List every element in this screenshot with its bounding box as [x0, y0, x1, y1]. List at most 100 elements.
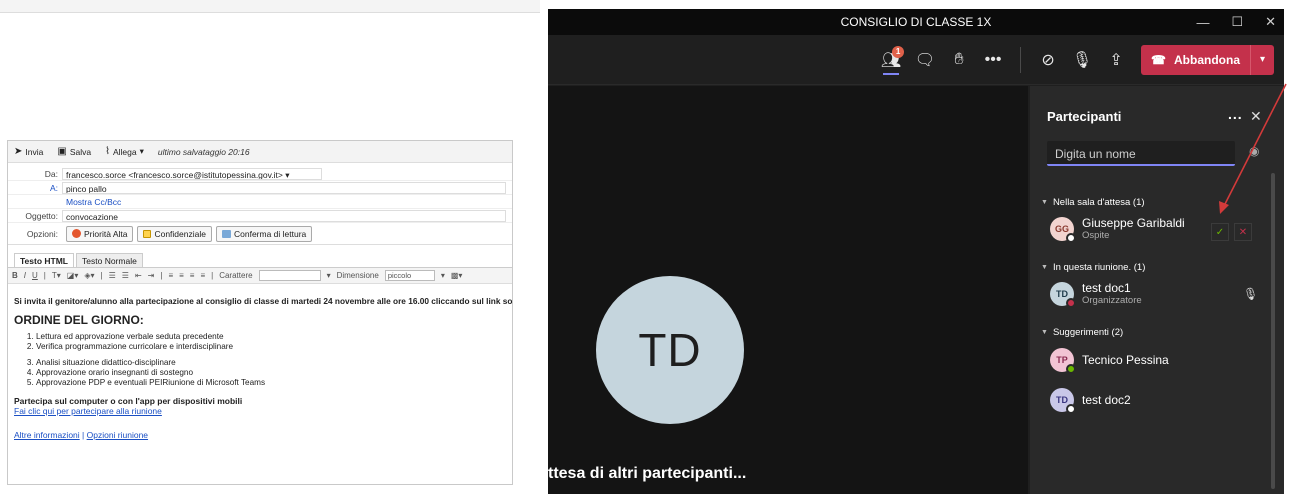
camera-toggle[interactable]: ⊘ — [1031, 43, 1065, 77]
size-label: Dimensione — [336, 271, 379, 280]
leave-button-group: ☎ Abbandona ▾ — [1141, 44, 1274, 75]
close-icon[interactable]: ✕ — [1265, 14, 1276, 30]
divider: | — [160, 271, 163, 280]
read-receipt-label: Conferma di lettura — [233, 228, 307, 239]
save-label: Salva — [69, 146, 92, 157]
lobby-section-header[interactable]: ▼ Nella sala d'attesa (1) — [1041, 197, 1145, 208]
panel-close-icon[interactable]: ✕ — [1250, 108, 1262, 125]
chevron-down-icon: ▾ — [326, 271, 331, 280]
join-heading: Partecipa sul computer o con l'app per d… — [14, 396, 243, 406]
align-center-icon[interactable]: ≡ — [179, 271, 184, 280]
size-select[interactable]: piccolo — [384, 270, 435, 281]
link-separator: | — [79, 430, 87, 440]
to-field[interactable]: pinco pallo — [62, 181, 506, 194]
confidential-button[interactable]: Confidenziale — [137, 225, 212, 242]
panel-more-button[interactable]: ... — [1228, 106, 1243, 122]
eye-icon[interactable]: ◉ — [1249, 144, 1259, 158]
cropped-edge-left — [0, 0, 540, 13]
indent-icon[interactable]: ⇥ — [148, 271, 155, 280]
confidential-label: Confidenziale — [154, 228, 206, 239]
scrollbar[interactable] — [1271, 173, 1275, 489]
chat-button[interactable]: 🗨︎ — [908, 43, 942, 77]
send-button[interactable]: ➤ Invia — [14, 146, 43, 157]
align-left-icon[interactable]: ≡ — [168, 271, 173, 280]
search-input[interactable]: Digita un nome — [1047, 141, 1235, 166]
chevron-down-icon: ▾ — [1259, 54, 1266, 65]
suggested-participant[interactable]: TD test doc2 — [1050, 388, 1131, 414]
participants-panel: Partecipanti ... ✕ Digita un nome ◉ ▼ Ne… — [1030, 86, 1284, 494]
bullet-list-icon[interactable]: ☰ — [122, 271, 129, 280]
lobby-participant[interactable]: GG Giuseppe Garibaldi Ospite — [1050, 217, 1185, 243]
raise-hand-button[interactable]: ✋︎ — [942, 43, 976, 77]
avatar: TP — [1050, 348, 1076, 374]
panel-title: Partecipanti — [1047, 109, 1122, 124]
italic-button[interactable]: I — [24, 271, 26, 280]
share-button[interactable]: ⇪ — [1099, 43, 1133, 77]
maximize-icon[interactable]: ☐ — [1231, 14, 1243, 30]
text-color-icon[interactable]: T▾ — [52, 271, 61, 280]
show-cc-bcc-link[interactable]: Mostra Cc/Bcc — [8, 197, 121, 207]
admit-button[interactable]: ✓ — [1211, 223, 1229, 241]
more-actions-button[interactable]: ••• — [976, 43, 1010, 77]
participant-name: Tecnico Pessina — [1082, 352, 1169, 367]
tab-html[interactable]: Testo HTML — [14, 253, 75, 267]
lock-icon — [143, 229, 152, 238]
options-row: Opzioni: Priorità Alta Confidenziale Con… — [8, 223, 512, 245]
attach-button[interactable]: ⌇ Allega ▾ — [105, 146, 144, 157]
suggestions-section-header[interactable]: ▼ Suggerimenti (2) — [1041, 327, 1123, 338]
priority-icon — [72, 229, 81, 238]
attach-label: Allega — [112, 146, 137, 157]
suggested-participant[interactable]: TP Tecnico Pessina — [1050, 348, 1169, 374]
leave-button[interactable]: ☎ Abbandona — [1141, 53, 1250, 67]
divider — [1020, 46, 1022, 73]
status-icon — [1066, 233, 1076, 243]
to-row: A: pinco pallo — [8, 181, 512, 195]
in-meeting-header-label: In questa riunione. (1) — [1052, 262, 1146, 273]
bold-button[interactable]: B — [12, 271, 18, 280]
participants-button[interactable]: 👥︎ 1 — [874, 43, 908, 77]
align-right-icon[interactable]: ≡ — [190, 271, 195, 280]
cc-row: Mostra Cc/Bcc — [8, 195, 512, 209]
avatar: TD — [1050, 388, 1076, 414]
align-justify-icon[interactable]: ≡ — [200, 271, 205, 280]
deny-button[interactable]: ✕ — [1234, 223, 1252, 241]
editor-tabs: Testo HTML Testo Normale — [8, 253, 512, 268]
hang-up-icon: ☎ — [1151, 52, 1166, 67]
meeting-participant[interactable]: TD test doc1 Organizzatore — [1050, 282, 1142, 308]
tab-plain-text[interactable]: Testo Normale — [76, 253, 143, 267]
highlight-icon[interactable]: ◪▾ — [67, 271, 79, 280]
chevron-down-icon: ▾ — [285, 169, 290, 180]
font-label: Carattere — [219, 271, 253, 280]
read-receipt-button[interactable]: Conferma di lettura — [215, 225, 313, 242]
from-select[interactable]: francesco.sorce <francesco.sorce@istitut… — [62, 167, 322, 180]
in-meeting-section-header[interactable]: ▼ In questa riunione. (1) — [1041, 262, 1145, 273]
email-body[interactable]: Si invita il genitore/alunno alla partec… — [8, 284, 512, 440]
participant-role: Ospite — [1082, 230, 1110, 241]
subject-label: Oggetto: — [25, 210, 58, 221]
list-item: Approvazione PDP e eventuali PEIRiunione… — [36, 378, 506, 388]
more-info-link[interactable]: Altre informazioni — [14, 430, 80, 440]
check-icon: ✓ — [1215, 226, 1225, 238]
font-select[interactable] — [258, 270, 321, 281]
save-button[interactable]: ▣ Salva — [57, 146, 91, 157]
chevron-down-icon: ▾ — [139, 146, 144, 156]
fill-icon[interactable]: ◈▾ — [84, 271, 94, 280]
avatar: TD — [596, 276, 744, 424]
join-meeting-link[interactable]: Fai clic qui per partecipare alla riunio… — [14, 406, 506, 416]
chevron-down-icon: ▾ — [440, 271, 445, 280]
meeting-options-link[interactable]: Opzioni riunione — [87, 430, 148, 440]
outdent-icon[interactable]: ⇤ — [135, 271, 142, 280]
high-priority-button[interactable]: Priorità Alta — [66, 225, 134, 242]
receipt-icon — [221, 229, 231, 238]
subject-field[interactable]: convocazione — [62, 209, 506, 222]
leave-dropdown[interactable]: ▾ — [1250, 44, 1274, 75]
insert-image-icon[interactable]: ▩▾ — [451, 271, 463, 280]
underline-button[interactable]: U — [32, 271, 38, 280]
numbered-list-icon[interactable]: ☰ — [109, 271, 116, 280]
minimize-icon[interactable]: — — [1196, 15, 1209, 30]
more-icon: ••• — [984, 50, 1002, 68]
close-icon: ✕ — [1238, 226, 1248, 238]
mic-toggle[interactable]: 🎙︎ — [1065, 43, 1099, 77]
window-controls: — ☐ ✕ — [1196, 9, 1276, 35]
list-item: Approvazione orario insegnanti di sosteg… — [36, 368, 506, 378]
